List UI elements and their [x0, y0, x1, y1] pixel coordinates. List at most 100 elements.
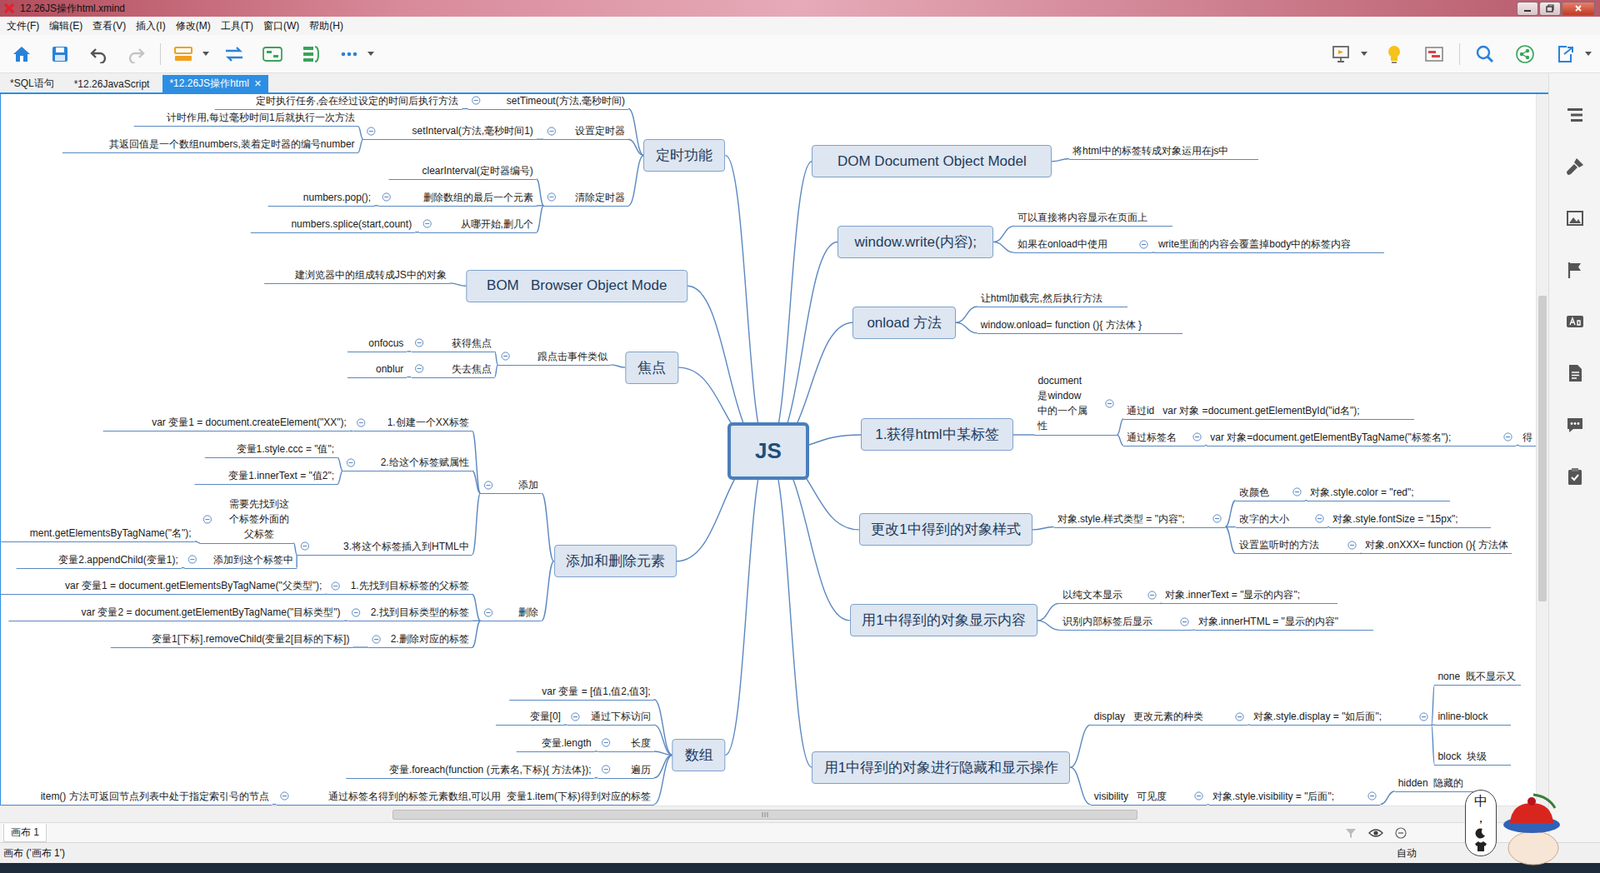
collapse-icon[interactable]: [414, 364, 424, 374]
collapse-icon[interactable]: [1315, 514, 1325, 524]
subtopic[interactable]: 设置监听时的方法: [1235, 536, 1360, 555]
subtopic[interactable]: 获得焦点: [410, 335, 495, 353]
subtopic[interactable]: write里面的内容会覆盖掉body中的标签内容: [1155, 235, 1385, 254]
subtopic[interactable]: 对象.innerHTML = "显示的内容": [1195, 613, 1374, 631]
main-topic[interactable]: 添加和删除元素: [554, 545, 677, 578]
subtopic[interactable]: 变量.foreach(function (元素名,下标){ 方法体});: [345, 761, 595, 780]
format-brush-icon[interactable]: [1565, 156, 1585, 177]
subtopic[interactable]: 得: [1519, 429, 1536, 447]
collapse-icon[interactable]: [371, 635, 381, 645]
subtopic[interactable]: 让html加载完,然后执行方法: [977, 290, 1128, 308]
subtopic[interactable]: 改颜色: [1235, 484, 1305, 502]
subtopic[interactable]: ment.getElementsByTagName("名");: [0, 525, 195, 543]
collapse-icon[interactable]: [414, 338, 424, 348]
subtopic[interactable]: hidden 隐藏的: [1395, 775, 1481, 793]
collapse-icon[interactable]: [345, 458, 355, 468]
editor-tab[interactable]: *12.26JS操作html ✕: [162, 75, 269, 93]
skin-shirt-icon[interactable]: [1474, 840, 1488, 853]
subtopic[interactable]: 改字的大小: [1235, 510, 1328, 529]
subtopic[interactable]: inline-block: [1434, 708, 1511, 726]
collapse-icon[interactable]: [422, 219, 432, 229]
subtopic[interactable]: var 变量1 = document.createElement("XX");: [102, 414, 350, 432]
subtopic[interactable]: 对象.style.样式类型 = "内容";: [1054, 510, 1226, 529]
filter-icon[interactable]: [1345, 827, 1357, 840]
image-icon[interactable]: [1565, 208, 1585, 229]
main-topic[interactable]: window.write(内容);: [837, 225, 994, 259]
presentation-dropdown[interactable]: [1359, 39, 1370, 70]
subtopic[interactable]: 对象.style.display = "如后面";: [1250, 708, 1432, 726]
collapse-icon[interactable]: [471, 95, 481, 105]
subtopic[interactable]: 2.找到目标类型的标签: [347, 604, 472, 622]
minimize-button[interactable]: [1516, 1, 1539, 16]
subtopic[interactable]: 1.先找到目标标签的父标签: [327, 577, 473, 595]
collapse-icon[interactable]: [484, 608, 494, 618]
subtopic[interactable]: clearInterval(定时器编号): [388, 162, 537, 180]
scroll-thumb[interactable]: [392, 810, 1138, 820]
menu-item[interactable]: 工具(T): [215, 19, 259, 34]
subtopic[interactable]: 跟点击事件类似: [497, 348, 611, 366]
collapse-icon[interactable]: [1212, 514, 1222, 524]
main-topic[interactable]: 焦点: [625, 351, 679, 385]
style-button[interactable]: [169, 39, 200, 70]
collapse-icon[interactable]: [381, 192, 391, 202]
collapse-icon[interactable]: [1419, 712, 1429, 722]
collapse-icon[interactable]: [600, 765, 610, 775]
subtopic[interactable]: 其返回值是一个数组numbers,装着定时器的编号number: [61, 135, 358, 154]
moon-icon[interactable]: [1475, 827, 1487, 840]
collapse-icon[interactable]: [570, 712, 580, 722]
subtopic[interactable]: 通过标签名: [1123, 429, 1205, 447]
main-topic[interactable]: 1.获得html中某标签: [860, 418, 1013, 451]
subtopic[interactable]: none 既不显示又: [1434, 668, 1521, 686]
brainstorm-button[interactable]: [1379, 39, 1410, 70]
subtopic[interactable]: numbers.pop();: [268, 189, 375, 207]
subtopic[interactable]: item() 方法可返回节点列表中处于指定索引号的节点: [0, 788, 273, 806]
collapse-icon[interactable]: [350, 608, 360, 618]
mindmap-canvas[interactable]: JS DOM Document Object Model 将html中的标签转成…: [0, 94, 1536, 806]
subtopic[interactable]: 对象.style.fontSize = "15px";: [1329, 510, 1490, 529]
share-button[interactable]: [1510, 39, 1540, 70]
export-dropdown[interactable]: [1583, 39, 1594, 70]
ime-toolbar[interactable]: 中，: [1465, 790, 1497, 857]
collapse-icon[interactable]: [280, 791, 290, 801]
collapse-icon[interactable]: [366, 126, 376, 136]
subtopic[interactable]: block 块级: [1434, 748, 1511, 766]
subtopic[interactable]: 3.将这个标签插入到HTML中: [296, 538, 473, 556]
subtopic[interactable]: 变量.length: [515, 735, 595, 753]
marker-flag-icon[interactable]: [1565, 260, 1585, 280]
menu-item[interactable]: 窗口(W): [258, 19, 305, 34]
style-dropdown[interactable]: [200, 39, 211, 70]
collapse-icon[interactable]: [1367, 791, 1377, 801]
subtopic[interactable]: 变量[0]: [495, 708, 565, 726]
subtopic[interactable]: 识别内部标签后显示: [1059, 613, 1193, 631]
subtopic[interactable]: 变量2.appendChild(变量1);: [15, 551, 181, 570]
collapse-icon[interactable]: [1235, 712, 1245, 722]
subtopic[interactable]: 清除定时器: [543, 189, 629, 207]
avatar-widget[interactable]: [1500, 793, 1564, 867]
central-topic[interactable]: JS: [727, 422, 810, 480]
collapse-icon[interactable]: [300, 541, 310, 551]
collapse-icon[interactable]: [1503, 432, 1513, 442]
subtopic[interactable]: 以纯文本显示: [1059, 586, 1160, 605]
subtopic[interactable]: 删除: [480, 604, 542, 622]
subtopic[interactable]: 从哪开始,删几个: [419, 215, 537, 234]
subtopic[interactable]: visibility 可见度: [1090, 788, 1208, 806]
menu-item[interactable]: 插入(I): [130, 19, 170, 34]
collapse-icon[interactable]: [1147, 590, 1157, 600]
subtopic[interactable]: var 变量 = [值1,值2,值3];: [509, 683, 655, 701]
subtopic[interactable]: numbers.splice(start,count): [250, 215, 415, 234]
main-topic[interactable]: 用1中得到的对象显示内容: [850, 604, 1038, 637]
subtopic[interactable]: 通过下标访问: [567, 708, 655, 726]
collapse-icon[interactable]: [1180, 617, 1190, 627]
subtopic[interactable]: 通过id var 对象 =document.getElementById("id…: [1123, 402, 1415, 420]
subtopic[interactable]: 通过标签名得到的标签元素数组,可以用 变量1.item(下标)得到对应的标签: [276, 788, 655, 806]
subtopic[interactable]: 对象.style.color = "red";: [1306, 484, 1450, 502]
search-button[interactable]: [1470, 39, 1500, 70]
collapse-icon[interactable]: [187, 555, 197, 565]
main-topic[interactable]: onload 方法: [852, 306, 956, 340]
subtopic[interactable]: 失去焦点: [410, 360, 495, 379]
collapse-icon[interactable]: [355, 418, 365, 428]
menu-item[interactable]: 修改(M): [170, 19, 216, 34]
collapse-icon[interactable]: [484, 480, 494, 490]
notes-icon[interactable]: [1565, 363, 1585, 384]
subtopic[interactable]: var 变量1 = document.getElementsByTagName(…: [0, 577, 325, 595]
